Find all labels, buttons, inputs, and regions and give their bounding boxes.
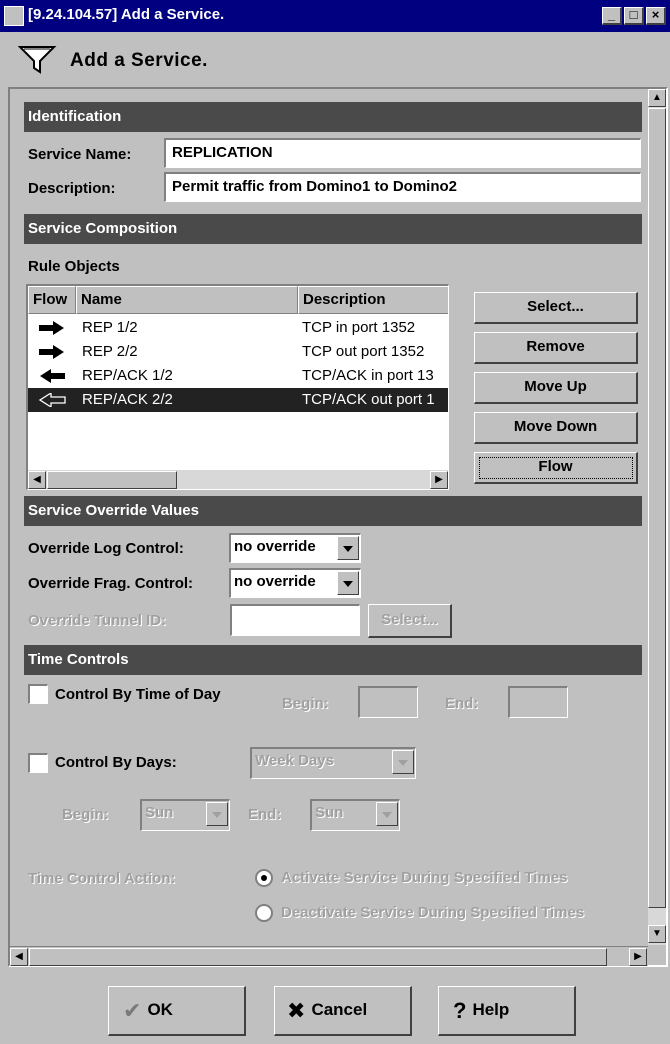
chevron-down-icon[interactable] bbox=[206, 802, 228, 826]
tunnel-select-button[interactable]: Select... bbox=[368, 604, 452, 638]
days-label[interactable]: Control By Days: bbox=[55, 754, 177, 771]
days-begin-label: Begin: bbox=[62, 806, 109, 823]
activate-radio[interactable] bbox=[255, 869, 273, 887]
service-name-label: Service Name: bbox=[28, 146, 132, 163]
scroll-left-icon[interactable]: ◀ bbox=[28, 471, 46, 489]
cancel-button[interactable]: ✖ Cancel bbox=[274, 986, 412, 1036]
arrow-left-icon bbox=[40, 369, 65, 383]
ok-button[interactable]: ✔ OK bbox=[108, 986, 246, 1036]
page-title: Add a Service. bbox=[70, 50, 208, 71]
row-name: REP/ACK 2/2 bbox=[82, 391, 173, 408]
override-frag-label: Override Frag. Control: bbox=[28, 575, 194, 592]
activate-label[interactable]: Activate Service During Specified Times bbox=[281, 869, 568, 886]
override-tunnel-label: Override Tunnel ID: bbox=[28, 612, 167, 629]
flow-button[interactable]: Flow bbox=[474, 452, 638, 484]
panel-horizontal-scrollbar[interactable]: ◀ ▶ bbox=[10, 946, 648, 966]
row-description: TCP in port 1352 bbox=[302, 319, 416, 336]
arrow-right-icon bbox=[39, 345, 64, 359]
remove-rule-button[interactable]: Remove bbox=[474, 332, 638, 364]
minimize-icon[interactable]: _ bbox=[602, 7, 622, 25]
vertical-scrollbar[interactable]: ▲ ▼ bbox=[648, 89, 666, 945]
table-row[interactable]: REP 1/2 TCP in port 1352 bbox=[28, 316, 448, 340]
checkmark-icon: ✔ bbox=[123, 997, 142, 1023]
rule-objects-label: Rule Objects bbox=[28, 258, 120, 275]
row-name: REP 2/2 bbox=[82, 343, 138, 360]
select-rule-button[interactable]: Select... bbox=[474, 292, 638, 324]
help-label: Help bbox=[472, 1000, 510, 1019]
table-row-selected[interactable]: REP/ACK 2/2 TCP/ACK out port 1 bbox=[28, 388, 448, 412]
column-header-name[interactable]: Name bbox=[76, 286, 298, 314]
scroll-right-icon[interactable]: ▶ bbox=[430, 471, 448, 489]
table-row[interactable]: REP 2/2 TCP out port 1352 bbox=[28, 340, 448, 364]
panel-scroll-thumb[interactable] bbox=[29, 948, 607, 966]
time-begin-input[interactable] bbox=[358, 686, 418, 718]
days-begin-select[interactable]: Sun bbox=[140, 799, 230, 831]
section-service-override: Service Override Values bbox=[24, 496, 642, 526]
chevron-down-icon[interactable] bbox=[376, 802, 398, 826]
service-name-input[interactable]: REPLICATION bbox=[164, 138, 641, 168]
chevron-down-icon[interactable] bbox=[337, 571, 359, 595]
x-icon: ✖ bbox=[287, 997, 306, 1023]
override-log-value: no override bbox=[234, 538, 316, 555]
row-description: TCP out port 1352 bbox=[302, 343, 425, 360]
question-mark-icon: ? bbox=[453, 997, 467, 1023]
time-end-label: End: bbox=[445, 695, 479, 712]
time-of-day-checkbox[interactable] bbox=[28, 684, 48, 704]
ok-label: OK bbox=[147, 1000, 173, 1019]
help-button[interactable]: ? Help bbox=[438, 986, 576, 1036]
override-frag-select[interactable]: no override bbox=[229, 568, 361, 598]
override-log-label: Override Log Control: bbox=[28, 540, 184, 557]
scroll-left-icon[interactable]: ◀ bbox=[10, 948, 28, 966]
column-header-flow[interactable]: Flow bbox=[28, 286, 76, 314]
section-time-controls: Time Controls bbox=[24, 645, 642, 675]
vertical-scroll-thumb[interactable] bbox=[648, 108, 666, 908]
scroll-thumb[interactable] bbox=[47, 471, 177, 489]
description-label: Description: bbox=[28, 180, 116, 197]
column-header-description[interactable]: Description bbox=[298, 286, 448, 314]
days-select[interactable]: Week Days bbox=[250, 747, 416, 779]
arrow-left-outline-icon bbox=[38, 393, 66, 407]
description-input[interactable]: Permit traffic from Domino1 to Domino2 bbox=[164, 172, 641, 202]
funnel-filter-icon bbox=[18, 46, 57, 74]
days-checkbox[interactable] bbox=[28, 753, 48, 773]
table-horizontal-scrollbar[interactable]: ◀ ▶ bbox=[28, 470, 448, 489]
row-name: REP/ACK 1/2 bbox=[82, 367, 173, 384]
time-control-action-label: Time Control Action: bbox=[28, 870, 176, 887]
days-value: Week Days bbox=[255, 752, 334, 769]
time-end-input[interactable] bbox=[508, 686, 568, 718]
app-icon[interactable] bbox=[4, 6, 24, 26]
chevron-down-icon[interactable] bbox=[337, 536, 359, 560]
days-end-value: Sun bbox=[315, 804, 344, 821]
window-title: [9.24.104.57] Add a Service. bbox=[28, 6, 225, 23]
move-up-button[interactable]: Move Up bbox=[474, 372, 638, 404]
section-service-composition: Service Composition bbox=[24, 214, 642, 244]
time-begin-label: Begin: bbox=[282, 695, 329, 712]
scroll-down-icon[interactable]: ▼ bbox=[648, 925, 666, 943]
override-log-select[interactable]: no override bbox=[229, 533, 361, 563]
maximize-icon[interactable]: □ bbox=[624, 7, 644, 25]
arrow-right-icon bbox=[39, 321, 64, 335]
deactivate-label[interactable]: Deactivate Service During Specified Time… bbox=[281, 904, 584, 921]
chevron-down-icon[interactable] bbox=[392, 750, 414, 774]
days-end-label: End: bbox=[248, 806, 282, 823]
row-name: REP 1/2 bbox=[82, 319, 138, 336]
section-identification: Identification bbox=[24, 102, 642, 132]
scroll-up-icon[interactable]: ▲ bbox=[648, 89, 666, 107]
deactivate-radio[interactable] bbox=[255, 904, 273, 922]
cancel-label: Cancel bbox=[311, 1000, 368, 1019]
table-row[interactable]: REP/ACK 1/2 TCP/ACK in port 13 bbox=[28, 364, 448, 388]
rule-objects-table[interactable]: Flow Name Description REP 1/2 TCP in por… bbox=[26, 284, 449, 490]
override-tunnel-input[interactable] bbox=[230, 604, 360, 636]
time-of-day-label[interactable]: Control By Time of Day bbox=[55, 686, 221, 703]
override-frag-value: no override bbox=[234, 573, 316, 590]
days-begin-value: Sun bbox=[145, 804, 174, 821]
row-description: TCP/ACK out port 1 bbox=[302, 391, 435, 408]
close-icon[interactable]: × bbox=[646, 7, 666, 25]
move-down-button[interactable]: Move Down bbox=[474, 412, 638, 444]
days-end-select[interactable]: Sun bbox=[310, 799, 400, 831]
scroll-right-icon[interactable]: ▶ bbox=[629, 948, 647, 966]
row-description: TCP/ACK in port 13 bbox=[302, 367, 434, 384]
